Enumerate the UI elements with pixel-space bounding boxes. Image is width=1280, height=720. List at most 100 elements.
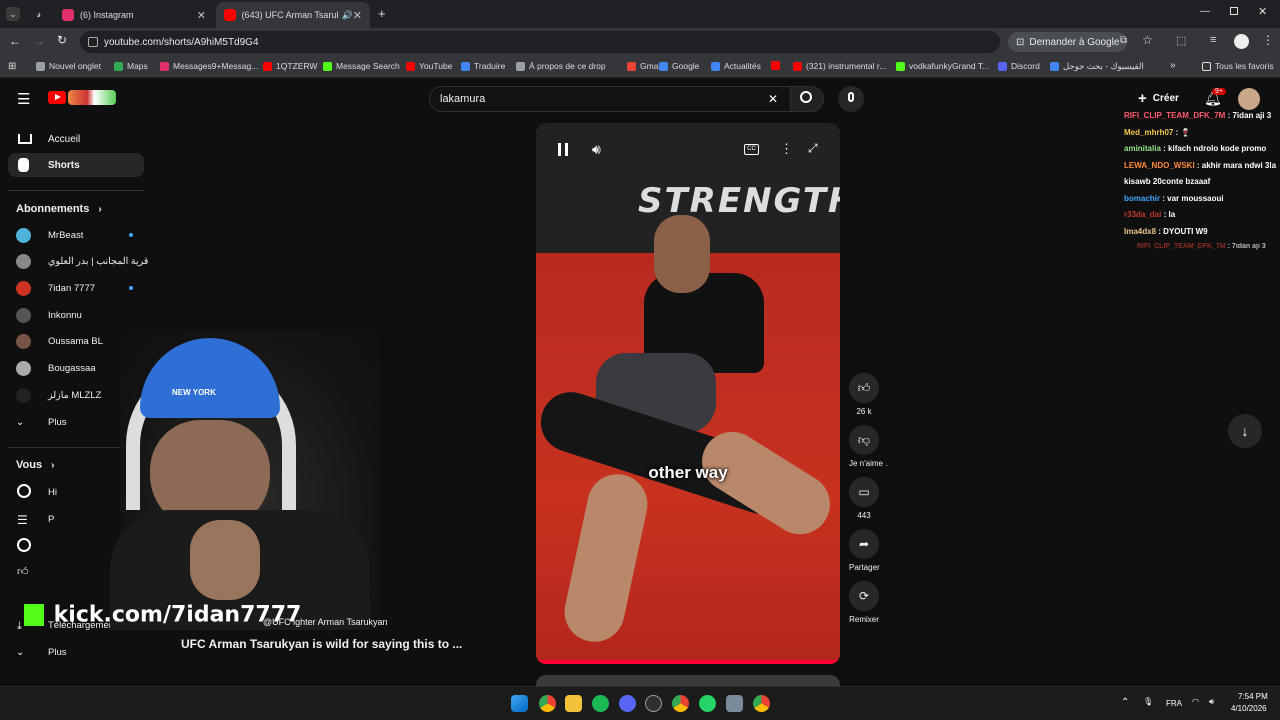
obs-icon[interactable] [645,695,662,712]
clear-search-icon[interactable]: ✕ [768,92,778,106]
chrome-active-icon[interactable] [753,695,770,712]
downloads-icon[interactable]: ⤓ [17,620,22,633]
bookmark-item[interactable]: Discord [998,61,1040,71]
address-bar[interactable]: youtube.com/shorts/A9hiM5Td9G4 [80,31,1000,53]
shorts-video-player[interactable]: STRENGTH 🔊︎ CC ⋮ ⤢ other way [536,123,840,664]
bookmark-item[interactable]: Actualités [711,61,761,71]
chrome-icon[interactable] [539,695,556,712]
apps-grid-icon[interactable]: ⊞ [8,61,16,72]
bookmark-item[interactable] [771,61,784,70]
pinned-tab-icon[interactable]: 𝓈 [32,7,46,21]
playlists-icon[interactable]: ☰ [17,513,28,527]
you-title[interactable]: Vous › [16,459,54,471]
sidebar-item-history-label[interactable]: Hi [48,487,57,498]
close-window-icon[interactable]: ✕ [1258,5,1267,18]
close-tab-icon[interactable]: ✕ [353,9,362,22]
voice-search-button[interactable] [838,86,864,112]
subscription-item[interactable]: Bougassaa [16,359,96,379]
action-comment[interactable]: ▭ 443 [849,477,879,520]
spotify-icon[interactable] [592,695,609,712]
create-button[interactable]: + Créer [1138,90,1179,107]
windows-start-icon[interactable] [511,695,528,712]
subscriptions-more[interactable]: ⌄ Plus [16,412,66,432]
bookmark-item[interactable]: الفيسبوك - بحث جوجل [1050,61,1144,72]
media-control-icon[interactable]: ≡ [1210,34,1216,46]
bookmark-item[interactable]: Nouvel onglet [36,61,101,71]
youtube-logo[interactable] [48,91,66,104]
bookmark-item[interactable]: 1QTZERW [263,61,317,71]
volume-icon[interactable]: 🔊︎ [592,141,601,158]
mic-tray-icon[interactable]: 🎙︎ [1143,697,1153,706]
back-icon[interactable]: ← [9,34,21,48]
install-icon[interactable]: ⧉ [1120,35,1127,46]
pause-icon[interactable] [558,143,568,156]
forward-icon[interactable]: → [33,34,45,48]
history-icon[interactable] [17,484,31,498]
search-input[interactable]: lakamura ✕ [429,86,790,112]
profile-avatar[interactable] [1234,34,1249,49]
bookmark-star-icon[interactable]: ☆ [1142,33,1153,47]
subscription-item[interactable]: MrBeast [16,225,83,245]
subscription-item[interactable]: Oussama BL [16,332,103,352]
action-thumb-down[interactable]: 👎︎ Je n'aime . [849,425,887,468]
fullscreen-icon[interactable]: ⤢ [808,141,818,156]
sound-thumbnail[interactable] [851,634,877,660]
menu-hamburger-icon[interactable]: ☰ [17,90,30,108]
action-remix[interactable]: ⟳ Remixer [849,581,879,624]
tab-list-chevron-icon[interactable]: ⌄ [6,7,20,21]
you-more[interactable]: ⌄ Plus [16,642,66,662]
progress-bar[interactable] [536,660,840,664]
minimize-icon[interactable]: — [1200,6,1210,17]
next-video-button[interactable]: ↓ [1228,414,1262,448]
whatsapp-icon[interactable] [699,695,716,712]
action-thumb-up[interactable]: 👍︎ 26 k [849,373,879,416]
chrome-alt-icon[interactable] [672,695,689,712]
subscription-item[interactable]: قرية المجانب | بدر العلوي [16,252,148,272]
speaker-icon[interactable]: 🔊 [342,10,353,21]
remix-icon[interactable]: ⟳ [849,581,879,611]
comment-icon[interactable]: ▭ [849,477,879,507]
tab-instagram[interactable]: (6) Instagram ✕ [54,2,214,28]
tab-youtube[interactable]: (643) UFC Arman Tsarukyan 🔊 ✕ [216,2,370,28]
tray-overflow-icon[interactable]: ⌃ [1121,697,1129,708]
volume-tray-icon[interactable]: 🔊︎ [1209,697,1214,707]
channel-name[interactable]: @UFC ighter Arman Tsarukyan [263,617,388,627]
browser-menu-icon[interactable]: ⋮ [1262,33,1274,47]
ask-google-button[interactable]: ⊡ Demander à Google [1008,32,1128,52]
clock-time[interactable]: 7:54 PM [1238,692,1268,701]
file-explorer-icon[interactable] [565,695,582,712]
bookmark-item[interactable]: À propos de ce drop [516,61,606,71]
sidebar-item-home[interactable]: Accueil [8,127,144,151]
bookmark-item[interactable]: (321) instrumental r... [793,61,886,71]
liked-icon[interactable]: 👍︎ [17,565,29,578]
thumb-up-icon[interactable]: 👍︎ [849,373,879,403]
language-indicator[interactable]: FRA [1166,699,1182,708]
user-avatar[interactable] [1238,88,1260,110]
bookmark-item[interactable]: Traduire [461,61,505,71]
bookmark-item[interactable]: YouTube [406,61,452,71]
bookmark-item[interactable]: Messages9+Messag... [160,61,258,71]
site-info-icon[interactable] [88,37,98,47]
captions-icon[interactable]: CC [744,144,759,155]
reload-icon[interactable]: ↻ [57,33,67,47]
settings-icon[interactable] [726,695,743,712]
sidebar-item-playlists-label[interactable]: P [48,514,54,525]
subscription-item[interactable]: مازلز MLZLZ [16,385,101,405]
watch-later-icon[interactable] [17,538,31,552]
more-options-icon[interactable]: ⋮ [780,141,793,157]
bookmark-item[interactable]: Message Search [323,61,400,71]
thumb-down-icon[interactable]: 👎︎ [849,425,879,455]
video-title[interactable]: UFC Arman Tsarukyan is wild for saying t… [181,637,462,651]
action-share[interactable]: ➦ Partager [849,529,880,572]
all-favorites[interactable]: Tous les favoris [1202,61,1274,71]
clock-date[interactable]: 4/10/2026 [1231,704,1267,713]
wifi-icon[interactable]: ◠ [1192,697,1199,706]
subscription-item[interactable]: 7idan 7777 [16,278,95,298]
share-icon[interactable]: ➦ [849,529,879,559]
close-tab-icon[interactable]: ✕ [197,9,206,22]
bookmark-item[interactable]: vodkafunkyGrand T... [896,61,989,71]
subscriptions-title[interactable]: Abonnements › [16,203,102,215]
subscription-item[interactable]: Inkonnu [16,305,82,325]
restore-icon[interactable] [1230,7,1238,15]
search-button[interactable] [790,86,824,112]
